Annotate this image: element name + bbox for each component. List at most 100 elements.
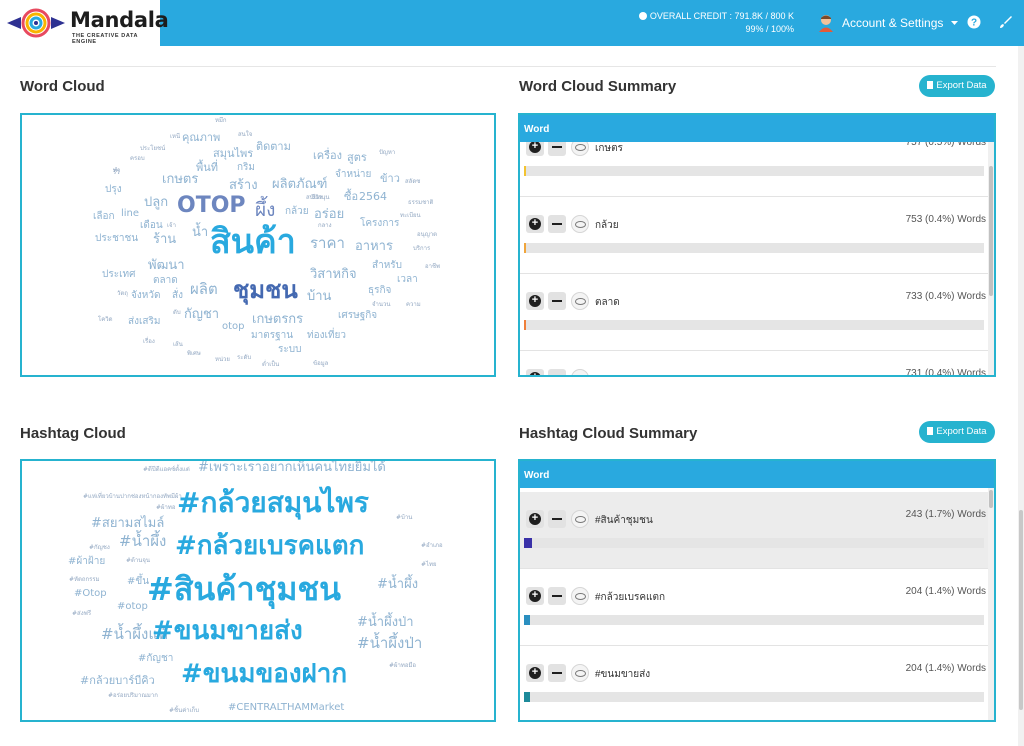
cloud-word[interactable]: อนุญาต	[417, 232, 437, 238]
cloud-word[interactable]: 2564	[359, 191, 387, 202]
cloud-word[interactable]: OTOP	[177, 195, 246, 217]
cloud-word[interactable]: เหนี	[170, 134, 180, 140]
cloud-word[interactable]: พิเศษ	[187, 351, 201, 357]
cloud-word[interactable]: สูตร	[347, 152, 367, 163]
export-data-button[interactable]: Export Data	[919, 75, 995, 97]
cloud-word[interactable]: #CENTRALTHAMMarket	[228, 703, 344, 713]
remove-icon[interactable]	[548, 142, 566, 156]
add-icon[interactable]	[526, 664, 544, 682]
cloud-word[interactable]: เจ้า	[167, 223, 176, 229]
cloud-word[interactable]: #กล้วยบาร์บีคิว	[80, 675, 155, 686]
export-data-button[interactable]: Export Data	[919, 421, 995, 443]
add-icon[interactable]	[526, 215, 544, 233]
cloud-word[interactable]: สนใจ	[238, 132, 252, 138]
cloud-word[interactable]: คุณภาพ	[182, 132, 220, 143]
eye-icon[interactable]	[571, 292, 589, 310]
list-scrollbar[interactable]	[988, 488, 994, 720]
cloud-word[interactable]: ประชาชน	[95, 234, 138, 244]
cloud-word[interactable]: line	[121, 209, 139, 219]
cloud-word[interactable]: ทะเบียน	[400, 213, 421, 219]
cloud-word[interactable]: #แห่เที่ยวบ้านปากช่องหน้ากองทัพมีผ้า	[83, 494, 182, 500]
brush-icon[interactable]	[999, 15, 1013, 29]
cloud-word[interactable]: ปลูก	[144, 196, 168, 209]
cloud-word[interactable]: สร้าง	[229, 179, 258, 192]
cloud-word[interactable]: #สยามสไมล์	[91, 517, 164, 530]
remove-icon[interactable]	[548, 510, 566, 528]
cloud-word[interactable]: เครื่อง	[313, 150, 342, 161]
cloud-word[interactable]: #ผ้าทอ	[156, 505, 175, 511]
cloud-word[interactable]: #อร่อยปริมาณมาก	[108, 693, 158, 699]
cloud-word[interactable]: ชุมชน	[233, 278, 298, 302]
cloud-word[interactable]: รีวิ	[113, 170, 120, 176]
cloud-word[interactable]: ส่งเสริม	[128, 317, 160, 327]
eye-icon[interactable]	[571, 587, 589, 605]
cloud-word[interactable]: จำนวน	[372, 302, 390, 308]
cloud-word[interactable]: #น้ำผึ้งป่า	[357, 616, 414, 629]
remove-icon[interactable]	[548, 587, 566, 605]
cloud-word[interactable]: ปัญหา	[379, 150, 395, 156]
cloud-word[interactable]: #กัญชา	[138, 654, 173, 664]
eye-icon[interactable]	[571, 664, 589, 682]
cloud-word[interactable]: อาชีพ	[425, 264, 440, 270]
cloud-word[interactable]: #บ้าน	[396, 515, 412, 521]
cloud-word[interactable]: เกษตรกร	[252, 313, 303, 326]
cloud-word[interactable]: #ต้านจุน	[126, 558, 150, 564]
cloud-word[interactable]: #ผ้าฝ้าย	[68, 557, 105, 567]
cloud-word[interactable]: วิสาหกิจ	[310, 268, 357, 281]
cloud-word[interactable]: เรื่อง	[143, 339, 155, 345]
cloud-word[interactable]: ความ	[406, 302, 421, 308]
cloud-word[interactable]: #ขนมขายส่ง	[152, 618, 303, 644]
cloud-word[interactable]: สินค้า	[210, 225, 296, 259]
cloud-word[interactable]: บริการ	[413, 246, 430, 252]
cloud-word[interactable]: ร้าน	[153, 233, 176, 246]
cloud-word[interactable]: ข้าว	[380, 173, 400, 184]
cloud-word[interactable]: #อำเภอ	[421, 543, 443, 549]
cloud-word[interactable]: #ขึ้น	[127, 577, 149, 587]
eye-icon[interactable]	[571, 215, 589, 233]
add-icon[interactable]	[526, 510, 544, 528]
cloud-word[interactable]: #เพราะเราอยากเห็นคนไทยยิ้มได้	[198, 461, 386, 474]
cloud-word[interactable]: ดับ	[173, 310, 181, 316]
page-scrollbar-thumb[interactable]	[1019, 510, 1023, 710]
cloud-word[interactable]: #Otop	[74, 589, 107, 599]
cloud-word[interactable]: เส้น	[173, 342, 183, 348]
cloud-word[interactable]: #ชิ้นค่าเก็บ	[169, 708, 199, 714]
cloud-word[interactable]: #สินค้าชุมชน	[147, 573, 341, 605]
cloud-word[interactable]: กล้วย	[285, 207, 309, 217]
help-icon[interactable]: ?	[967, 15, 981, 29]
cloud-word[interactable]: ระดับ	[237, 355, 251, 361]
list-scrollbar-thumb[interactable]	[989, 490, 993, 508]
cloud-word[interactable]: ติดตาม	[256, 141, 291, 152]
cloud-word[interactable]: เศรษฐกิจ	[338, 311, 377, 321]
cloud-word[interactable]: สลัดซ	[405, 179, 420, 185]
cloud-word[interactable]: ตลาด	[153, 276, 178, 286]
cloud-word[interactable]: #otop	[117, 602, 148, 612]
cloud-word[interactable]: ธรรมชาติ	[408, 200, 433, 206]
remove-icon[interactable]	[548, 292, 566, 310]
cloud-word[interactable]: #กล้วยเบรคแตก	[175, 533, 364, 559]
eye-icon[interactable]	[571, 142, 589, 156]
cloud-word[interactable]: ราคา	[310, 236, 345, 251]
cloud-word[interactable]: กลาง	[318, 223, 332, 229]
cloud-word[interactable]: หมึก	[215, 118, 227, 124]
cloud-word[interactable]: พัฒนา	[148, 259, 185, 272]
cloud-word[interactable]: ธุรกิจ	[368, 286, 391, 296]
cloud-word[interactable]: ต่ำเป็น	[262, 362, 279, 368]
cloud-word[interactable]: #น้ำผึ้งป่า	[357, 636, 422, 651]
cloud-word[interactable]: #หัตถกรรม	[69, 577, 100, 583]
cloud-word[interactable]: ผลิต	[190, 282, 218, 297]
cloud-word[interactable]: เกษตร	[162, 173, 198, 186]
cloud-word[interactable]: ซื้อ	[344, 191, 358, 202]
list-scrollbar-thumb[interactable]	[989, 166, 993, 296]
cloud-word[interactable]: #ไทย	[421, 562, 437, 568]
cloud-word[interactable]: จำหน่าย	[335, 170, 371, 180]
cloud-word[interactable]: #น้ำผึ้ง	[377, 578, 418, 591]
cloud-word[interactable]: ระบบ	[278, 345, 301, 355]
cloud-word[interactable]: #ผ้าทอมือ	[389, 663, 416, 669]
list-scrollbar[interactable]	[988, 142, 994, 375]
remove-icon[interactable]	[548, 215, 566, 233]
cloud-word[interactable]: น้ำ	[192, 226, 208, 239]
cloud-word[interactable]: เวลา	[397, 275, 418, 285]
cloud-word[interactable]: อาหาร	[355, 240, 393, 253]
logo[interactable]: Mandala THE CREATIVE DATA ENGINE	[0, 0, 169, 46]
